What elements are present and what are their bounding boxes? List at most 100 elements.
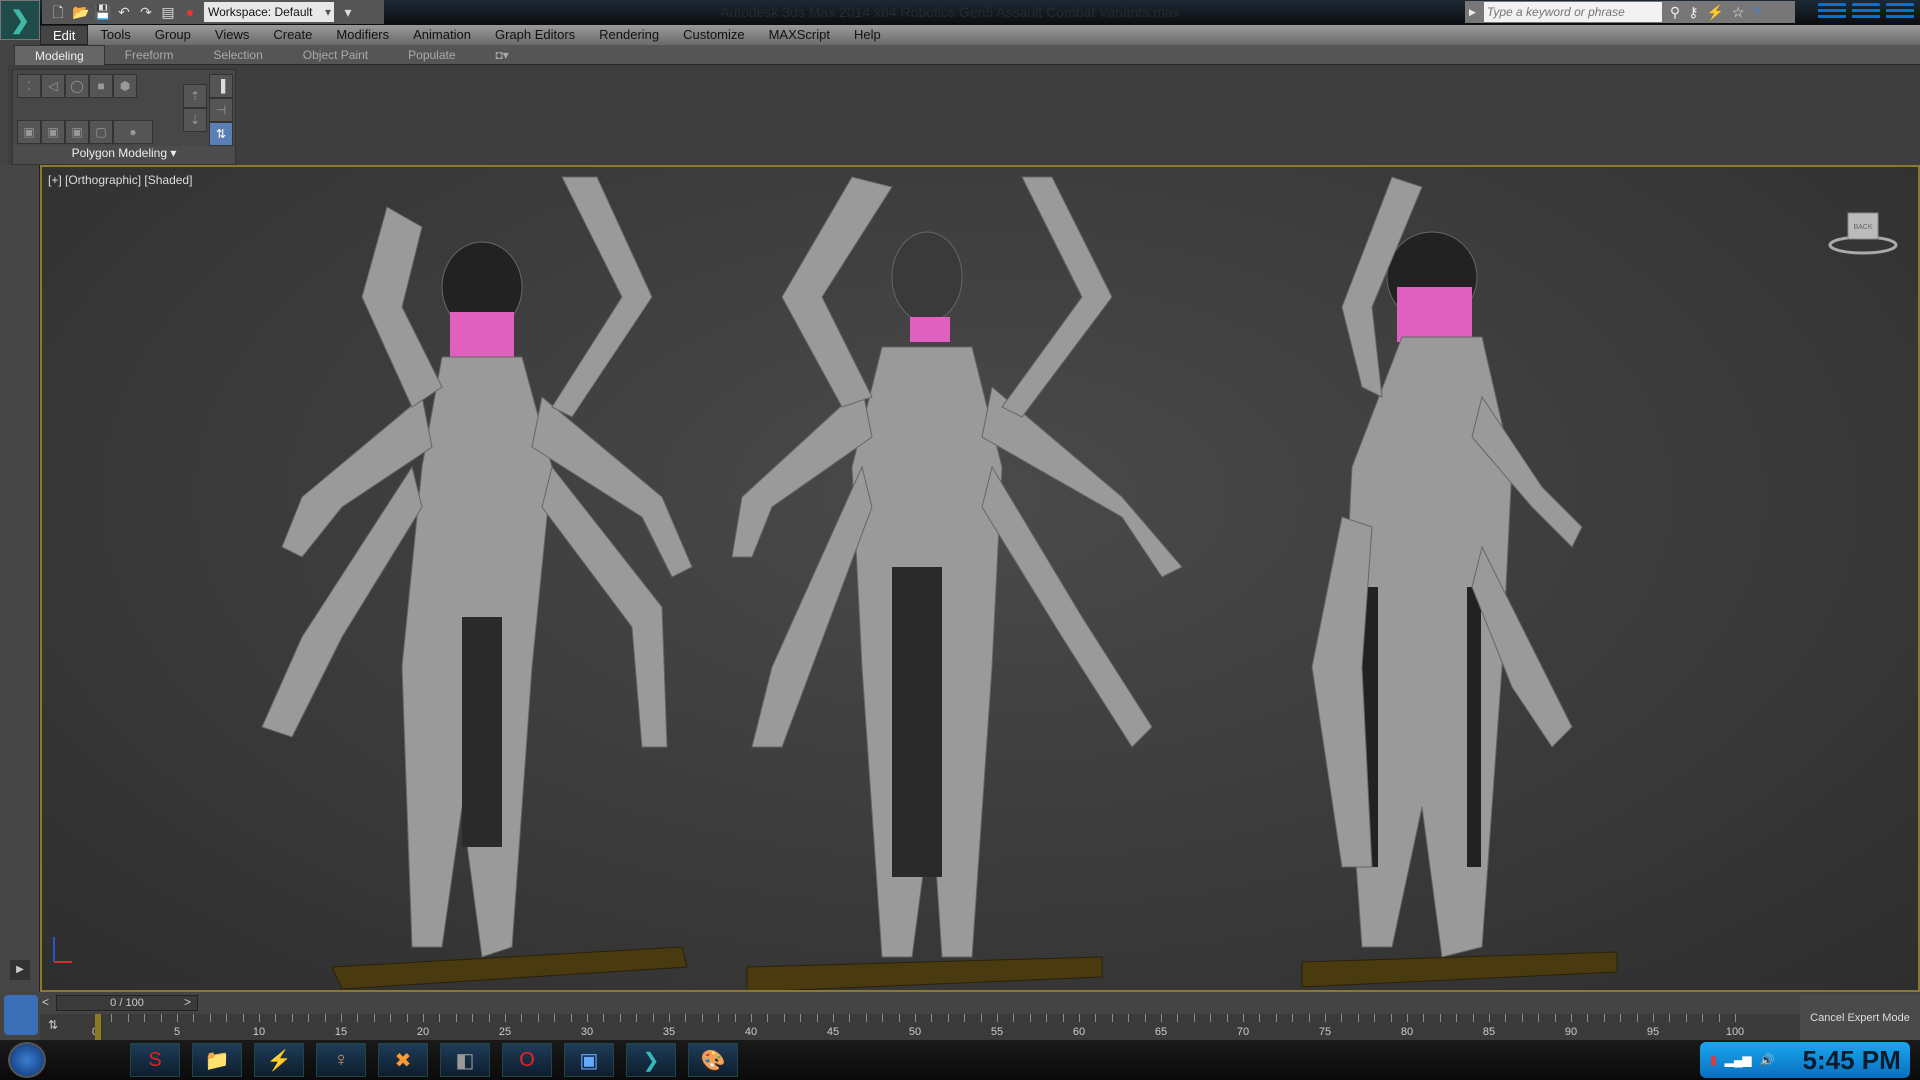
sketchfab-icon[interactable]: ●: [182, 4, 198, 20]
tab-object-paint[interactable]: Object Paint: [283, 45, 388, 65]
character-side: [1301, 176, 1618, 988]
satellite-icon[interactable]: ⚡: [1706, 4, 1723, 21]
menu-graph-editors[interactable]: Graph Editors: [483, 25, 587, 45]
menu-views[interactable]: Views: [203, 25, 261, 45]
tab-freeform[interactable]: Freeform: [105, 45, 194, 65]
cancel-expert-mode-button[interactable]: Cancel Expert Mode: [1800, 995, 1920, 1040]
modify-down-icon[interactable]: ⇣: [183, 108, 207, 132]
tick-mark: [980, 1014, 982, 1022]
3ds-max-icon[interactable]: ❯: [626, 1043, 676, 1077]
next-frame-button[interactable]: >: [184, 995, 191, 1009]
menu-animation[interactable]: Animation: [401, 25, 483, 45]
menu-customize[interactable]: Customize: [671, 25, 756, 45]
tick-mark: [144, 1014, 146, 1022]
battery-icon[interactable]: ▮: [1710, 1053, 1717, 1067]
element-icon[interactable]: ⬢: [113, 74, 137, 98]
tick-label: 40: [744, 1026, 758, 1038]
time-slider-thumb[interactable]: 0 / 100: [56, 995, 198, 1011]
tick-mark: [291, 1014, 293, 1022]
tab-populate[interactable]: Populate: [388, 45, 475, 65]
tick-mark: [1521, 1014, 1523, 1022]
menu-maxscript[interactable]: MAXScript: [757, 25, 842, 45]
select-by-vertex-icon[interactable]: ▣: [17, 120, 41, 144]
open-icon[interactable]: 📂: [72, 4, 89, 20]
base-platform: [746, 956, 1103, 990]
menu-tools[interactable]: Tools: [88, 25, 142, 45]
border-icon[interactable]: ◯: [65, 74, 89, 98]
tick-mark: [439, 1014, 441, 1022]
volume-icon[interactable]: 🔊: [1760, 1053, 1775, 1067]
menu-create[interactable]: Create: [261, 25, 324, 45]
curve-editor-icon[interactable]: ⇅: [48, 1018, 68, 1036]
viewcube[interactable]: BACK: [1828, 207, 1898, 257]
maximize-button[interactable]: [1852, 3, 1880, 19]
shrink-icon[interactable]: ▢: [89, 120, 113, 144]
thunder-app-icon[interactable]: ⚡: [254, 1043, 304, 1077]
menu-modifiers[interactable]: Modifiers: [324, 25, 401, 45]
key-icon[interactable]: ⚷: [1688, 4, 1698, 21]
undo-icon[interactable]: ↶: [116, 4, 132, 20]
prev-frame-button[interactable]: <: [42, 995, 49, 1009]
mini-listener[interactable]: [4, 995, 38, 1035]
current-frame-marker[interactable]: [95, 1014, 101, 1040]
edge-icon[interactable]: ◁: [41, 74, 65, 98]
workspace-dropdown[interactable]: Workspace: Default: [204, 2, 334, 22]
polygon-modeling-dropdown[interactable]: Polygon Modeling ▾: [13, 146, 235, 164]
search-input[interactable]: [1483, 2, 1662, 22]
base-platform: [331, 946, 688, 990]
start-button[interactable]: [8, 1042, 46, 1078]
file-explorer-icon[interactable]: 📁: [192, 1043, 242, 1077]
menu-help[interactable]: Help: [842, 25, 893, 45]
tick-mark: [127, 1014, 129, 1022]
tomb-raider-icon[interactable]: ♀: [316, 1043, 366, 1077]
redo-icon[interactable]: ↷: [138, 4, 154, 20]
tick-mark: [209, 1014, 211, 1022]
modify-up-icon[interactable]: ⇡: [183, 84, 207, 108]
toggle-icon[interactable]: ⇅: [209, 122, 233, 146]
vertex-icon[interactable]: ⁚: [17, 74, 41, 98]
network-icon[interactable]: ▂▄▆: [1725, 1053, 1752, 1067]
expand-icon[interactable]: ▶: [1469, 7, 1476, 18]
polygon-icon[interactable]: ■: [89, 74, 113, 98]
menu-rendering[interactable]: Rendering: [587, 25, 671, 45]
clock[interactable]: 5:45 PM: [1803, 1045, 1901, 1076]
star-icon[interactable]: ☆: [1732, 4, 1745, 21]
time-slider[interactable]: < 0 / 100 >: [40, 992, 1920, 1014]
save-icon[interactable]: 💾: [94, 4, 111, 20]
close-button[interactable]: [1886, 3, 1914, 19]
tab-selection[interactable]: Selection: [193, 45, 282, 65]
customize-toolbar-icon[interactable]: ▾: [340, 4, 356, 20]
taskbar: ▮ ▂▄▆ 🔊 5:45 PM S 📁 ⚡ ♀ ✖ ◧ O ▣ ❯ 🎨: [0, 1040, 1920, 1080]
play-icon[interactable]: ▶: [10, 960, 30, 980]
photo-viewer-icon[interactable]: ▣: [564, 1043, 614, 1077]
new-icon[interactable]: 🗋: [50, 4, 66, 20]
ribbon-options-icon[interactable]: ◘▾: [476, 45, 529, 65]
show-end-result-icon[interactable]: ▐: [209, 74, 233, 98]
axis-tripod: [53, 937, 72, 963]
paint-icon[interactable]: 🎨: [688, 1043, 738, 1077]
nvidia-icon[interactable]: ◧: [440, 1043, 490, 1077]
track-bar[interactable]: ⇅ 05101520253035404550556065707580859095…: [40, 1014, 1800, 1040]
tick-label: 25: [498, 1026, 512, 1038]
by-angle-icon[interactable]: ▣: [65, 120, 89, 144]
ignore-backfacing-icon[interactable]: ▣: [41, 120, 65, 144]
tab-modeling[interactable]: Modeling: [14, 44, 105, 65]
tick-mark: [882, 1014, 884, 1022]
pin-stack-icon[interactable]: ⊣: [209, 98, 233, 122]
opera-icon[interactable]: O: [502, 1043, 552, 1077]
tick-mark: [488, 1014, 490, 1022]
tick-mark: [1325, 1014, 1326, 1022]
menu-group[interactable]: Group: [143, 25, 203, 45]
tick-label: 20: [416, 1026, 430, 1038]
menu-edit[interactable]: Edit: [40, 25, 89, 45]
minimize-button[interactable]: [1818, 3, 1846, 19]
binoculars-icon[interactable]: ⚲: [1670, 4, 1680, 21]
tick-label: 55: [990, 1026, 1004, 1038]
shadow-app-icon[interactable]: S: [130, 1043, 180, 1077]
x-app-icon[interactable]: ✖: [378, 1043, 428, 1077]
help-icon[interactable]: ?: [1752, 4, 1760, 20]
project-icon[interactable]: ▤: [160, 4, 176, 20]
viewport-orthographic[interactable]: [+] [Orthographic] [Shaded] BACK: [40, 165, 1920, 992]
app-menu-button[interactable]: ❯: [0, 0, 40, 40]
soft-select-icon[interactable]: ●: [113, 120, 153, 144]
